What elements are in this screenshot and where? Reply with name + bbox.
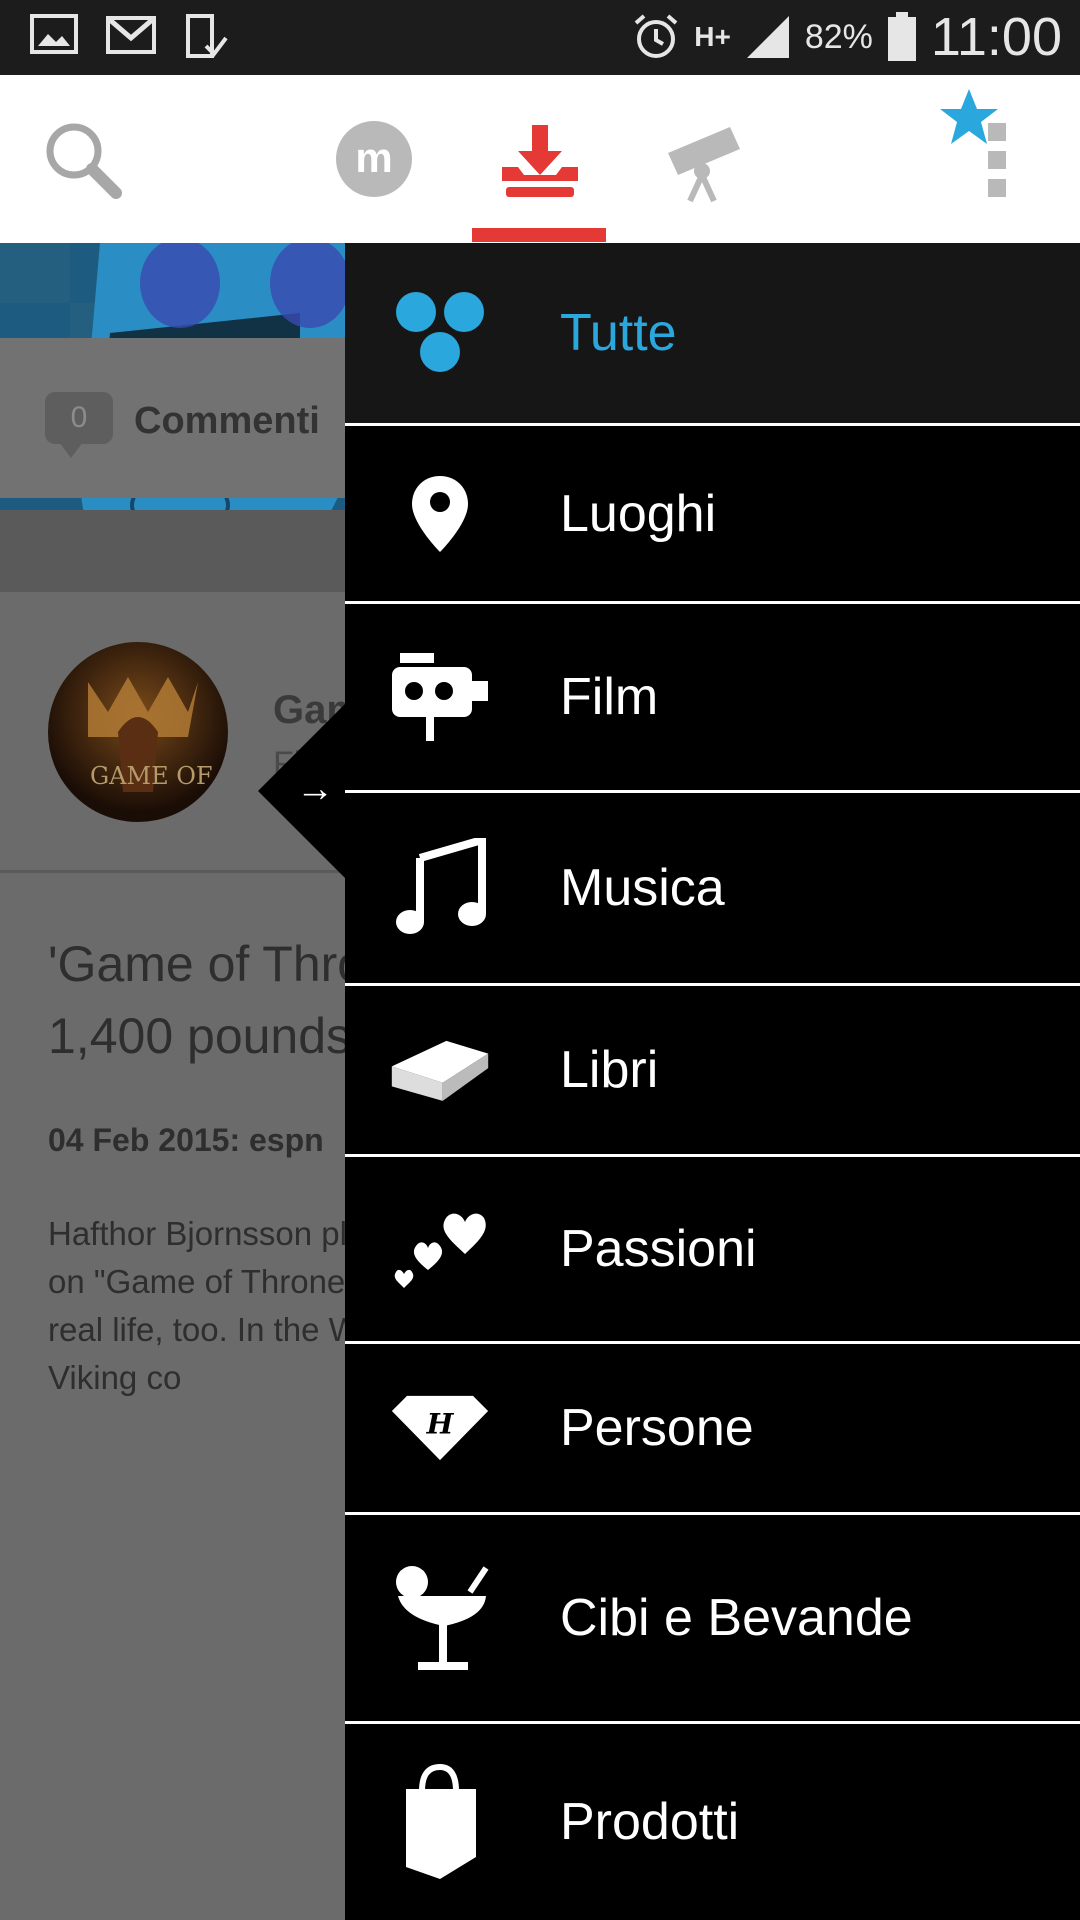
hearts-icon — [390, 1157, 490, 1341]
menu-label: Film — [560, 668, 659, 726]
menu-item-passioni[interactable]: Passioni — [345, 1157, 1080, 1341]
menu-label: Tutte — [560, 304, 677, 362]
menu-label: Cibi e Bevande — [560, 1589, 913, 1647]
music-note-icon — [390, 793, 490, 983]
menu-label: Passioni — [560, 1220, 757, 1278]
menu-item-tutte[interactable]: Tutte — [345, 243, 1080, 423]
download-icon[interactable] — [500, 123, 580, 199]
movie-camera-icon — [390, 604, 490, 790]
search-icon[interactable] — [42, 119, 126, 203]
comments-count-badge: 0 — [45, 392, 113, 458]
section-strip — [0, 510, 345, 592]
menu-label: Luoghi — [560, 484, 717, 543]
menu-label: Libri — [560, 1041, 659, 1099]
signal-icon — [746, 16, 789, 58]
active-tab-indicator — [472, 228, 606, 242]
menu-label: Persone — [560, 1399, 754, 1457]
svg-text:H: H — [426, 1407, 455, 1441]
arrow-right-icon[interactable]: → — [296, 768, 334, 811]
device-check-icon — [186, 14, 228, 58]
superhero-emblem-icon: H — [390, 1344, 490, 1512]
menu-item-film[interactable]: Film — [345, 604, 1080, 790]
shopping-bag-icon — [390, 1724, 490, 1920]
status-bar: H+ 82% 11:00 — [0, 0, 1080, 75]
m-logo-icon[interactable]: m — [335, 120, 413, 198]
clock: 11:00 — [930, 7, 1062, 67]
book-icon — [390, 986, 490, 1154]
map-pin-icon — [390, 426, 490, 601]
gmail-icon — [106, 16, 156, 54]
menu-item-musica[interactable]: Musica — [345, 793, 1080, 983]
article-date-source: 04 Feb 2015: espn — [48, 1122, 324, 1158]
telescope-icon[interactable] — [664, 123, 746, 203]
menu-item-libri[interactable]: Libri — [345, 986, 1080, 1154]
svg-text:m: m — [355, 134, 392, 181]
top-tab-bar: m — [0, 75, 1080, 243]
menu-item-persone[interactable]: H Persone — [345, 1344, 1080, 1512]
gallery-icon — [30, 14, 78, 54]
overflow-menu-icon[interactable] — [986, 121, 1008, 201]
entity-avatar[interactable]: GAME OF — [48, 642, 228, 822]
cocktail-icon — [390, 1515, 490, 1721]
menu-item-prodotti[interactable]: Prodotti — [345, 1724, 1080, 1920]
avatar-text: GAME OF — [90, 762, 213, 790]
network-type: H+ — [694, 21, 731, 52]
menu-item-cibi-e-bevande[interactable]: Cibi e Bevande — [345, 1515, 1080, 1721]
menu-label: Musica — [560, 859, 725, 917]
comments-label[interactable]: Commenti — [134, 400, 320, 443]
battery-percent: 82% — [804, 17, 873, 56]
three-dots-icon — [390, 243, 490, 423]
battery-icon — [887, 12, 916, 61]
menu-label: Prodotti — [560, 1793, 740, 1851]
menu-item-luoghi[interactable]: Luoghi — [345, 426, 1080, 601]
alarm-icon — [634, 14, 678, 58]
